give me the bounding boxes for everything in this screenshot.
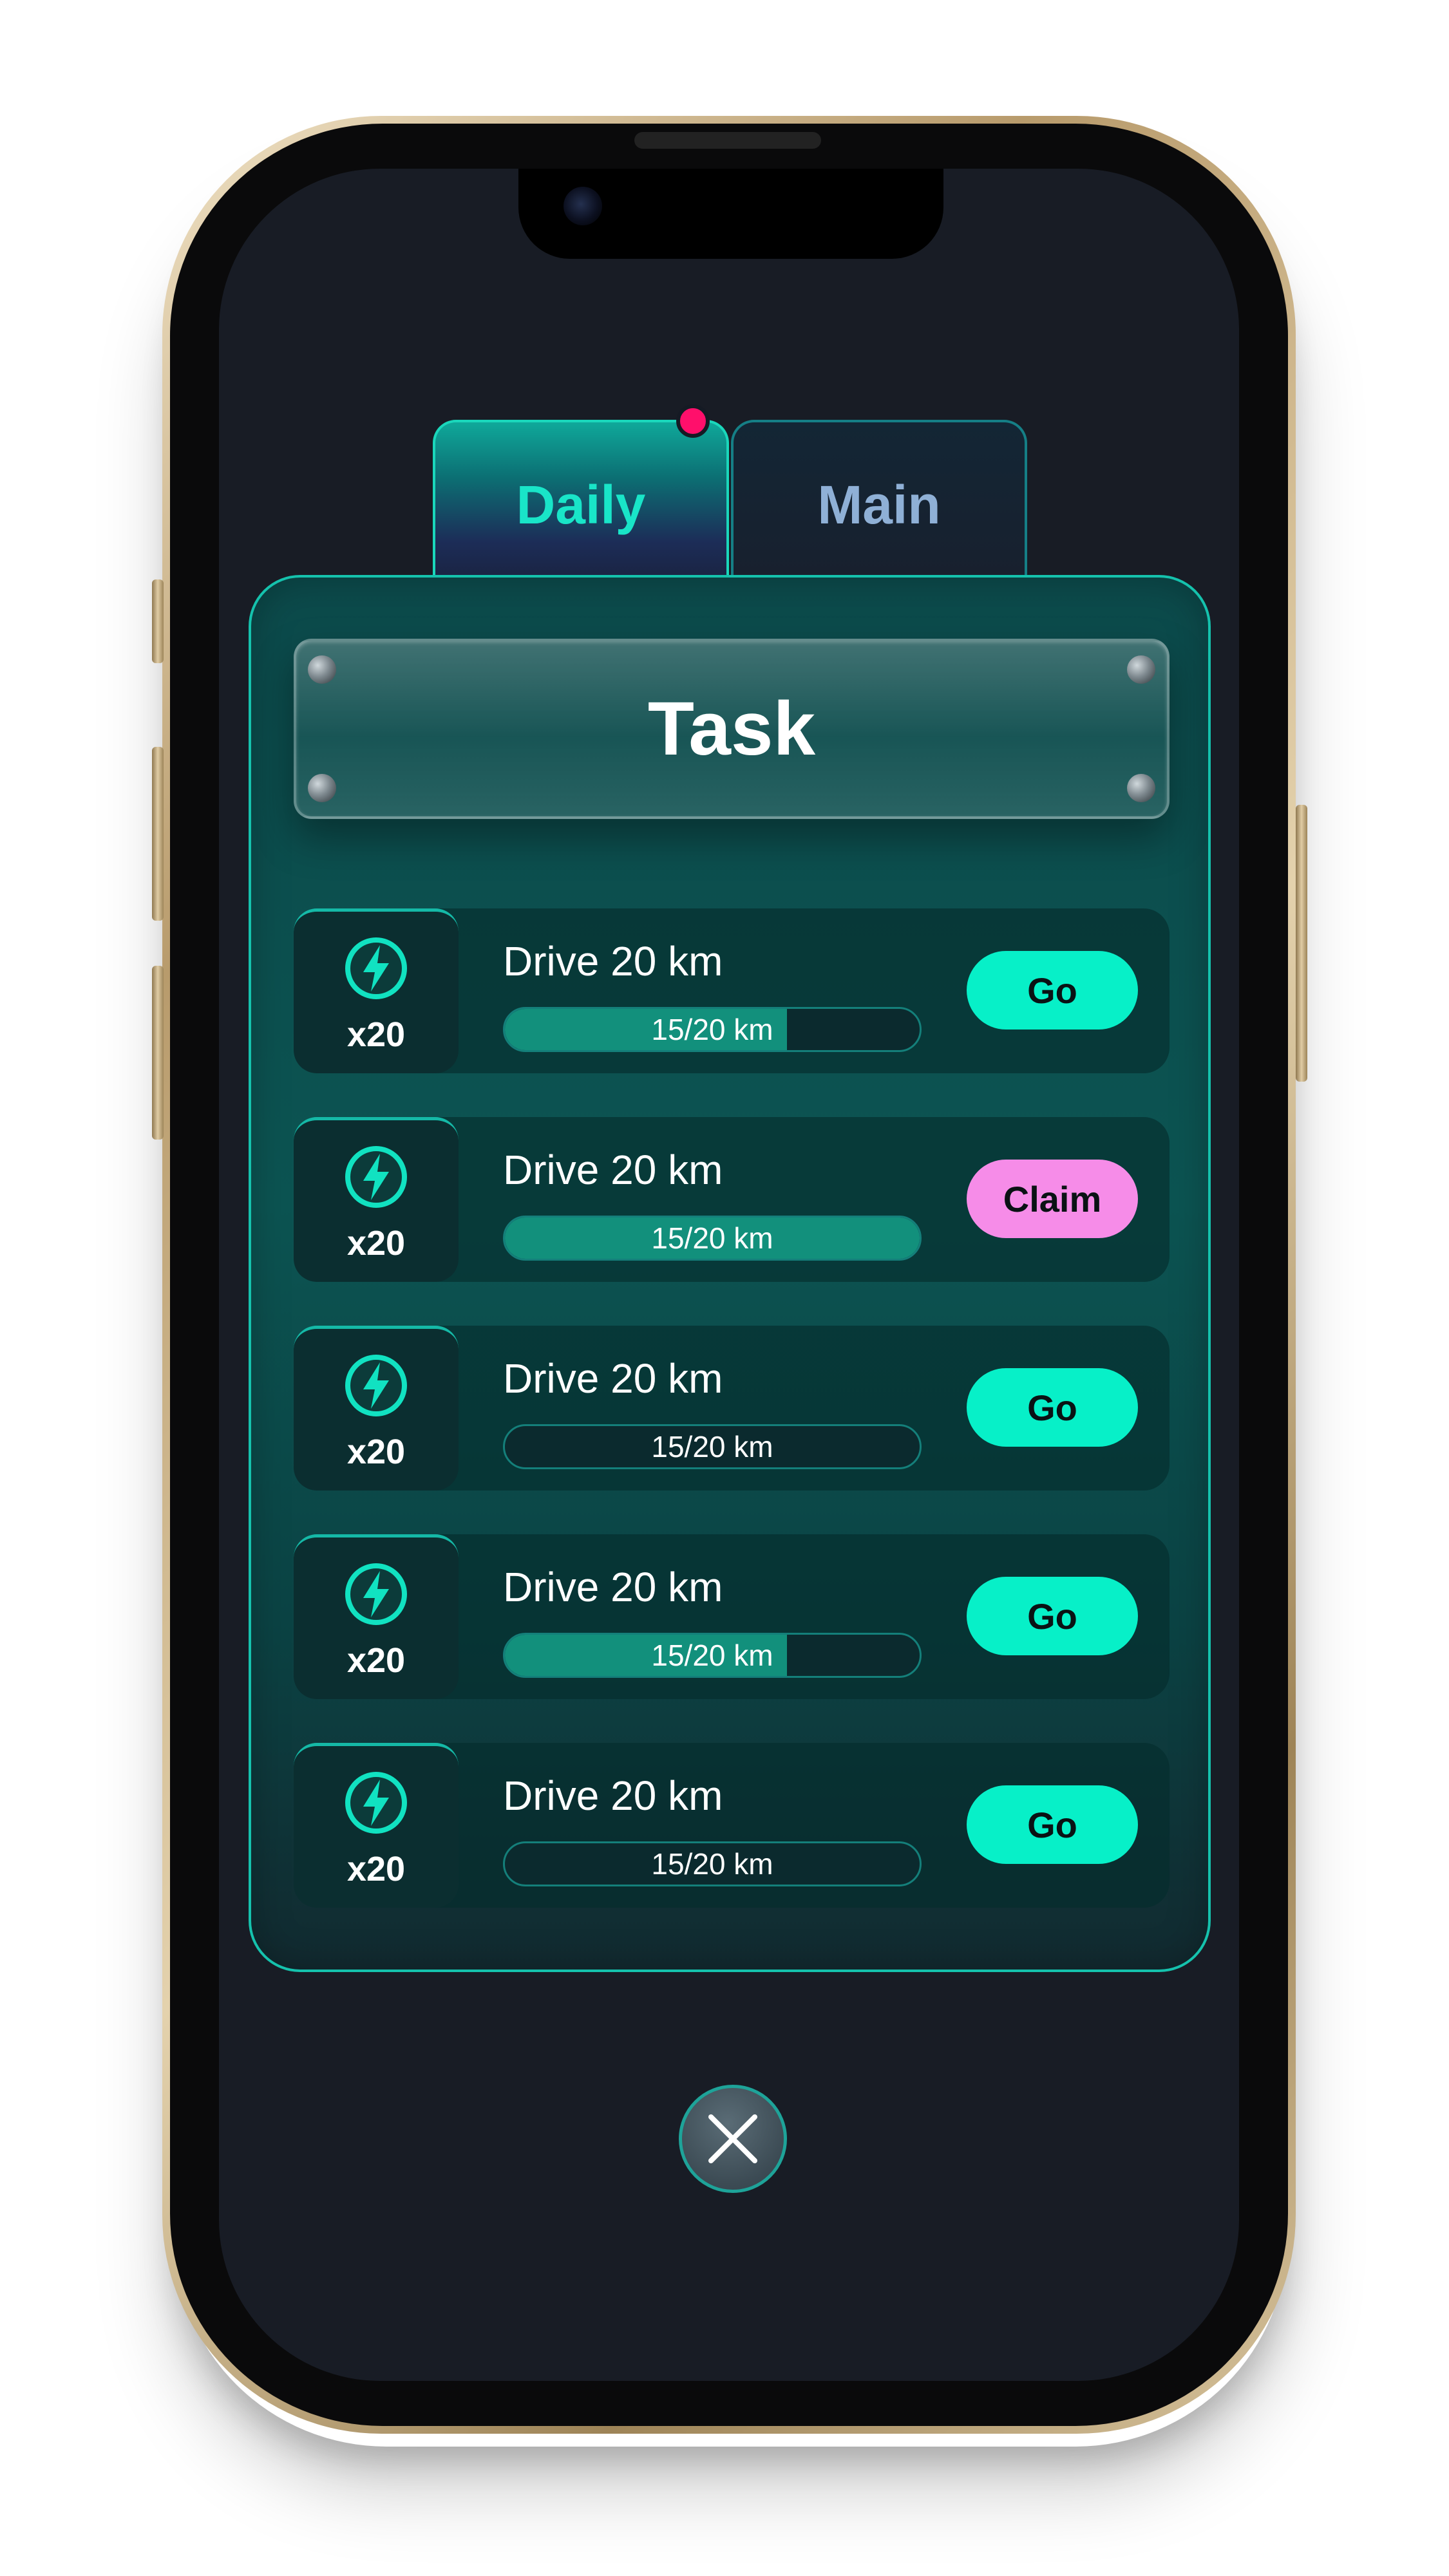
progress-bar: 15/20 km <box>503 1633 922 1678</box>
screw-icon <box>308 655 336 684</box>
tab-main[interactable]: Main <box>731 420 1027 581</box>
task-title: Drive 20 km <box>503 938 723 984</box>
progress-text: 15/20 km <box>651 1847 773 1881</box>
lightning-icon <box>345 1772 407 1834</box>
reward-box: x20 <box>294 1534 459 1699</box>
task-row: x20 Drive 20 km 15/20 km Claim <box>294 1117 1170 1282</box>
progress-text: 15/20 km <box>651 1221 773 1255</box>
task-row: x20 Drive 20 km 15/20 km Go <box>294 908 1170 1073</box>
tab-daily[interactable]: Daily <box>433 420 729 581</box>
reward-count: x20 <box>346 1641 406 1680</box>
reward-box: x20 <box>294 908 459 1073</box>
close-button[interactable] <box>679 2085 787 2193</box>
power-button <box>1296 805 1307 1082</box>
camera-icon <box>564 187 602 225</box>
progress-text: 15/20 km <box>651 1639 773 1672</box>
go-button[interactable]: Go <box>967 1577 1138 1655</box>
reward-count: x20 <box>346 1015 406 1054</box>
tab-main-label: Main <box>817 475 941 535</box>
reward-box: x20 <box>294 1743 459 1908</box>
reward-count: x20 <box>346 1433 406 1471</box>
go-button[interactable]: Go <box>967 1368 1138 1447</box>
tab-daily-label: Daily <box>516 475 646 535</box>
task-row: x20 Drive 20 km 15/20 km Go <box>294 1534 1170 1699</box>
reward-box: x20 <box>294 1326 459 1490</box>
panel-title: Task <box>647 686 816 771</box>
screw-icon <box>308 774 336 802</box>
lightning-icon <box>345 1146 407 1208</box>
go-button[interactable]: Go <box>967 1785 1138 1864</box>
lightning-icon <box>345 937 407 999</box>
progress-text: 15/20 km <box>651 1013 773 1046</box>
screw-icon <box>1127 655 1155 684</box>
progress-bar: 15/20 km <box>503 1216 922 1261</box>
volume-down-button <box>152 966 164 1140</box>
reward-box: x20 <box>294 1117 459 1282</box>
claim-button[interactable]: Claim <box>967 1160 1138 1238</box>
task-title: Drive 20 km <box>503 1564 723 1610</box>
task-title: Drive 20 km <box>503 1355 723 1402</box>
progress-text: 15/20 km <box>651 1430 773 1463</box>
lightning-icon <box>345 1563 407 1625</box>
task-title: Drive 20 km <box>503 1147 723 1193</box>
close-icon <box>708 2114 757 2163</box>
speaker-grille <box>634 132 821 149</box>
reward-count: x20 <box>346 1850 406 1888</box>
progress-bar: 15/20 km <box>503 1424 922 1469</box>
panel-header: Task <box>294 639 1170 819</box>
mute-switch <box>152 579 164 663</box>
progress-bar: 15/20 km <box>503 1007 922 1052</box>
reward-count: x20 <box>346 1224 406 1263</box>
go-button[interactable]: Go <box>967 951 1138 1029</box>
volume-up-button <box>152 747 164 921</box>
task-row: x20 Drive 20 km 15/20 km Go <box>294 1326 1170 1490</box>
notification-dot <box>676 404 710 438</box>
lightning-icon <box>345 1355 407 1416</box>
progress-bar: 15/20 km <box>503 1841 922 1886</box>
task-row: x20 Drive 20 km 15/20 km Go <box>294 1743 1170 1908</box>
task-title: Drive 20 km <box>503 1772 723 1819</box>
screw-icon <box>1127 774 1155 802</box>
